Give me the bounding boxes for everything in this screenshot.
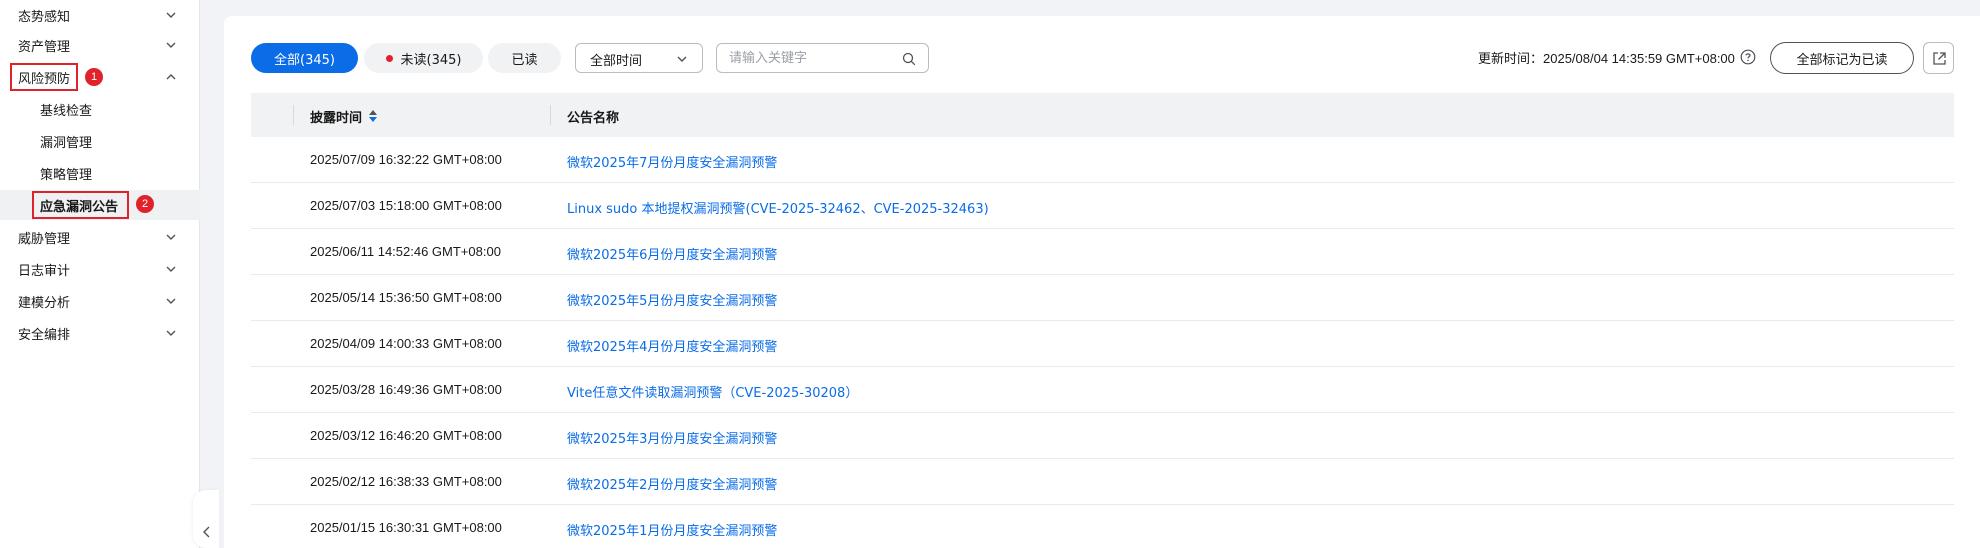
chevron-down-icon — [166, 42, 176, 48]
unread-dot-icon — [385, 54, 393, 62]
external-link-icon — [1933, 52, 1946, 65]
chevron-down-icon — [166, 266, 176, 272]
sidebar-item-security-orchestration[interactable]: 安全编排 — [0, 318, 200, 348]
search-input[interactable] — [729, 49, 889, 67]
tab-label: 已读 — [511, 52, 538, 68]
bulletin-link[interactable]: 微软2025年3月份月度安全漏洞预警 — [567, 428, 777, 447]
table-row: 2025/06/11 14:52:46 GMT+08:00 微软2025年6月份… — [251, 229, 1954, 275]
chevron-down-icon — [677, 56, 687, 62]
mark-all-read-label: 全部标记为已读 — [1796, 52, 1888, 68]
bulletin-link[interactable]: 微软2025年2月份月度安全漏洞预警 — [567, 474, 777, 493]
column-header-disclosure-time[interactable]: 披露时间 — [310, 107, 362, 126]
bulletin-link[interactable]: 微软2025年5月份月度安全漏洞预警 — [567, 290, 777, 309]
step-badge: 2 — [136, 195, 154, 213]
chevron-down-icon — [166, 234, 176, 240]
disclosure-time: 2025/01/15 16:30:31 GMT+08:00 — [310, 520, 502, 535]
sort-up-down-icon[interactable] — [368, 109, 378, 123]
sidebar-item-log-audit[interactable]: 日志审计 — [0, 254, 200, 284]
sidebar-item-baseline-check[interactable]: 基线检查 — [0, 94, 200, 124]
disclosure-time: 2025/05/14 15:36:50 GMT+08:00 — [310, 290, 502, 305]
sidebar-item-label: 策略管理 — [40, 167, 93, 183]
table-row: 2025/07/03 15:18:00 GMT+08:00 Linux sudo… — [251, 183, 1954, 229]
table-row: 2025/03/28 16:49:36 GMT+08:00 Vite任意文件读取… — [251, 367, 1954, 413]
sidebar-collapse-button[interactable] — [193, 490, 219, 548]
highlight-box-emergency-bulletin — [32, 191, 129, 219]
disclosure-time: 2025/03/12 16:46:20 GMT+08:00 — [310, 428, 502, 443]
disclosure-time: 2025/02/12 16:38:33 GMT+08:00 — [310, 474, 502, 489]
tab-read[interactable]: 已读 — [488, 43, 561, 73]
search-box — [716, 43, 929, 73]
table-row: 2025/07/09 16:32:22 GMT+08:00 微软2025年7月份… — [251, 137, 1954, 183]
time-filter-select[interactable]: 全部时间 — [575, 43, 703, 73]
sidebar-item-policy-management[interactable]: 策略管理 — [0, 158, 200, 188]
sidebar-item-label: 日志审计 — [18, 263, 71, 279]
chevron-down-icon — [166, 298, 176, 304]
update-time-label: 更新时间：2025/08/04 14:35:59 GMT+08:00 — [1478, 51, 1735, 66]
chevron-left-icon — [203, 526, 210, 538]
disclosure-time: 2025/06/11 14:52:46 GMT+08:00 — [310, 244, 501, 259]
sidebar-item-label: 安全编排 — [18, 327, 71, 343]
time-filter-value: 全部时间 — [590, 54, 643, 69]
sidebar-item-label: 漏洞管理 — [40, 135, 93, 151]
sidebar-item-threat-management[interactable]: 威胁管理 — [0, 222, 200, 252]
disclosure-time: 2025/07/03 15:18:00 GMT+08:00 — [310, 198, 502, 213]
tab-label: 全部(345) — [274, 52, 335, 68]
export-button[interactable] — [1923, 42, 1954, 74]
table-row: 2025/01/15 16:30:31 GMT+08:00 微软2025年1月份… — [251, 505, 1954, 548]
bulletin-link[interactable]: 微软2025年1月份月度安全漏洞预警 — [567, 520, 777, 539]
column-header-bulletin-name: 公告名称 — [567, 111, 620, 126]
table-row: 2025/02/12 16:38:33 GMT+08:00 微软2025年2月份… — [251, 459, 1954, 505]
sidebar-item-situation-awareness[interactable]: 态势感知 — [0, 0, 200, 30]
bulletin-link[interactable]: Vite任意文件读取漏洞预警（CVE-2025-30208） — [567, 382, 858, 401]
sidebar-item-vulnerability-management[interactable]: 漏洞管理 — [0, 126, 200, 156]
disclosure-time: 2025/07/09 16:32:22 GMT+08:00 — [310, 152, 502, 167]
step-badge: 1 — [85, 68, 103, 86]
sidebar-item-modeling-analysis[interactable]: 建模分析 — [0, 286, 200, 316]
column-divider — [293, 105, 294, 125]
sidebar-item-asset-management[interactable]: 资产管理 — [0, 30, 200, 60]
sidebar-item-label: 态势感知 — [18, 9, 71, 25]
help-icon[interactable] — [1740, 49, 1756, 65]
highlight-box-risk-prevention — [10, 63, 78, 91]
sidebar-item-label: 资产管理 — [18, 39, 71, 55]
column-divider — [550, 105, 551, 125]
bulletin-link[interactable]: Linux sudo 本地提权漏洞预警(CVE-2025-32462、CVE-2… — [567, 198, 989, 217]
mark-all-read-button[interactable]: 全部标记为已读 — [1770, 42, 1914, 74]
table-row: 2025/03/12 16:46:20 GMT+08:00 微软2025年3月份… — [251, 413, 1954, 459]
tab-all[interactable]: 全部(345) — [251, 43, 358, 73]
tab-label: 未读(345) — [400, 52, 462, 68]
search-icon[interactable] — [902, 52, 916, 66]
table-row: 2025/05/14 15:36:50 GMT+08:00 微软2025年5月份… — [251, 275, 1954, 321]
sidebar-item-label: 基线检查 — [40, 103, 93, 119]
bulletin-link[interactable]: 微软2025年4月份月度安全漏洞预警 — [567, 336, 777, 355]
bulletin-link[interactable]: 微软2025年6月份月度安全漏洞预警 — [567, 244, 777, 263]
chevron-down-icon — [166, 330, 176, 336]
sidebar-item-label: 建模分析 — [18, 295, 71, 311]
table-header: 披露时间 公告名称 — [251, 93, 1954, 137]
bulletin-link[interactable]: 微软2025年7月份月度安全漏洞预警 — [567, 152, 777, 171]
chevron-up-icon — [166, 74, 176, 80]
disclosure-time: 2025/04/09 14:00:33 GMT+08:00 — [310, 336, 502, 351]
sidebar: 态势感知 资产管理 风险预防 基线检查 漏洞管理 策略管理 应急漏洞公告 威胁管… — [0, 0, 200, 548]
chevron-down-icon — [166, 12, 176, 18]
tab-unread[interactable]: 未读(345) — [364, 43, 483, 73]
table-row: 2025/04/09 14:00:33 GMT+08:00 微软2025年4月份… — [251, 321, 1954, 367]
sidebar-item-label: 威胁管理 — [18, 231, 71, 247]
disclosure-time: 2025/03/28 16:49:36 GMT+08:00 — [310, 382, 502, 397]
